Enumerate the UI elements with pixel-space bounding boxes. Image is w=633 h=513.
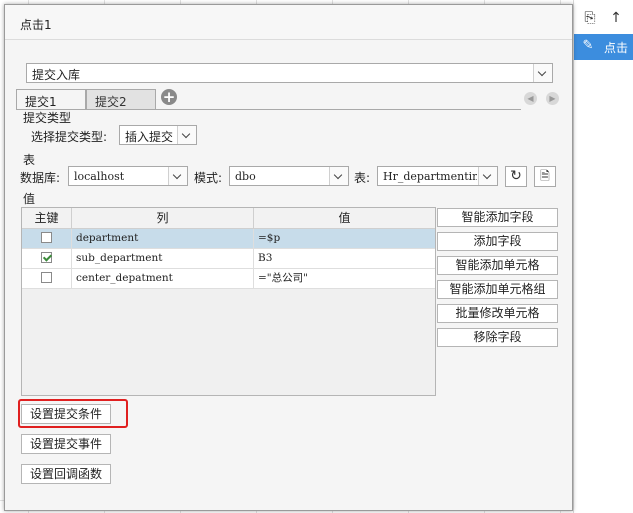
database-label: 数据库:: [20, 171, 61, 185]
chevron-down-icon: [168, 167, 187, 185]
remove-field-button[interactable]: 移除字段: [437, 328, 558, 347]
submit-mode-value: 提交入库: [32, 68, 81, 82]
copy-icon[interactable]: ⎘: [582, 10, 598, 26]
fields-table: 主键 列 值 department =$p sub_department B3 …: [21, 207, 436, 396]
table-row[interactable]: department =$p: [22, 229, 435, 249]
dialog-title: 点击1: [20, 18, 52, 32]
table-label: 表:: [354, 171, 371, 185]
submit-type-label: 选择提交类型:: [31, 130, 108, 144]
right-panel: ⎘ ↑: [573, 0, 633, 513]
table-heading: 表: [23, 153, 36, 167]
refresh-icon[interactable]: ↻: [505, 166, 527, 187]
column-header-column[interactable]: 列: [72, 208, 254, 228]
tab-submit-2[interactable]: 提交2: [86, 89, 156, 109]
dialog-title-bar: 点击1: [5, 5, 572, 40]
add-tab-icon[interactable]: +: [161, 89, 177, 105]
right-panel-action[interactable]: ✎ 点击: [574, 34, 633, 60]
table-value: Hr_departmentin:: [383, 170, 477, 183]
database-value: localhost: [74, 170, 125, 183]
primary-key-checkbox[interactable]: [41, 232, 52, 243]
submit-type-select[interactable]: 插入提交: [119, 125, 197, 145]
database-select[interactable]: localhost: [68, 166, 188, 186]
submit-type-heading: 提交类型: [23, 111, 72, 125]
value-cell[interactable]: =$p: [254, 229, 435, 248]
preview-document-icon[interactable]: 🗎: [534, 166, 556, 187]
chevron-down-icon: [533, 64, 552, 82]
schema-label: 模式:: [194, 171, 223, 185]
highlight-box: [18, 399, 128, 428]
tab-submit-1[interactable]: 提交1: [16, 89, 86, 110]
batch-modify-cell-button[interactable]: 批量修改单元格: [437, 304, 558, 323]
pencil-icon: ✎: [582, 38, 594, 53]
key-cell: [22, 269, 72, 288]
schema-select[interactable]: dbo: [229, 166, 349, 186]
values-heading: 值: [23, 192, 36, 206]
right-panel-action-label: 点击: [604, 41, 629, 55]
schema-value: dbo: [235, 170, 256, 183]
column-cell[interactable]: department: [72, 229, 254, 248]
value-cell[interactable]: ="总公司": [254, 269, 435, 288]
smart-add-cell-button[interactable]: 智能添加单元格: [437, 256, 558, 275]
table-row[interactable]: sub_department B3: [22, 249, 435, 269]
add-field-button[interactable]: 添加字段: [437, 232, 558, 251]
tab-label: 提交2: [95, 95, 127, 109]
table-header: 主键 列 值: [22, 208, 435, 229]
column-cell[interactable]: center_depatment: [72, 269, 254, 288]
tab-prev-icon[interactable]: ◀: [524, 92, 537, 105]
key-cell: [22, 229, 72, 248]
smart-add-field-button[interactable]: 智能添加字段: [437, 208, 558, 227]
chevron-down-icon: [478, 167, 497, 185]
column-header-value[interactable]: 值: [254, 208, 435, 228]
submit-mode-dropdown[interactable]: 提交入库: [26, 63, 553, 83]
column-header-key[interactable]: 主键: [22, 208, 72, 228]
tab-label: 提交1: [25, 95, 57, 109]
primary-key-checkbox[interactable]: [41, 272, 52, 283]
primary-key-checkbox[interactable]: [41, 252, 52, 263]
key-cell: [22, 249, 72, 268]
chevron-down-icon: [329, 167, 348, 185]
column-cell[interactable]: sub_department: [72, 249, 254, 268]
tab-next-icon[interactable]: ▶: [546, 92, 559, 105]
table-select[interactable]: Hr_departmentin:: [377, 166, 498, 186]
arrow-up-icon[interactable]: ↑: [608, 10, 624, 26]
submit-type-value: 插入提交: [125, 130, 174, 144]
value-cell[interactable]: B3: [254, 249, 435, 268]
table-row[interactable]: center_depatment ="总公司": [22, 269, 435, 289]
tab-divider: [16, 109, 521, 110]
submit-dialog: 点击1 提交入库 提交1 提交2 + ◀ ▶ 提交类型 选择提交类型: 插入提交…: [4, 4, 573, 511]
smart-add-cell-group-button[interactable]: 智能添加单元格组: [437, 280, 558, 299]
chevron-down-icon: [177, 126, 196, 144]
set-callback-button[interactable]: 设置回调函数: [21, 464, 112, 484]
set-submit-event-button[interactable]: 设置提交事件: [21, 434, 112, 454]
